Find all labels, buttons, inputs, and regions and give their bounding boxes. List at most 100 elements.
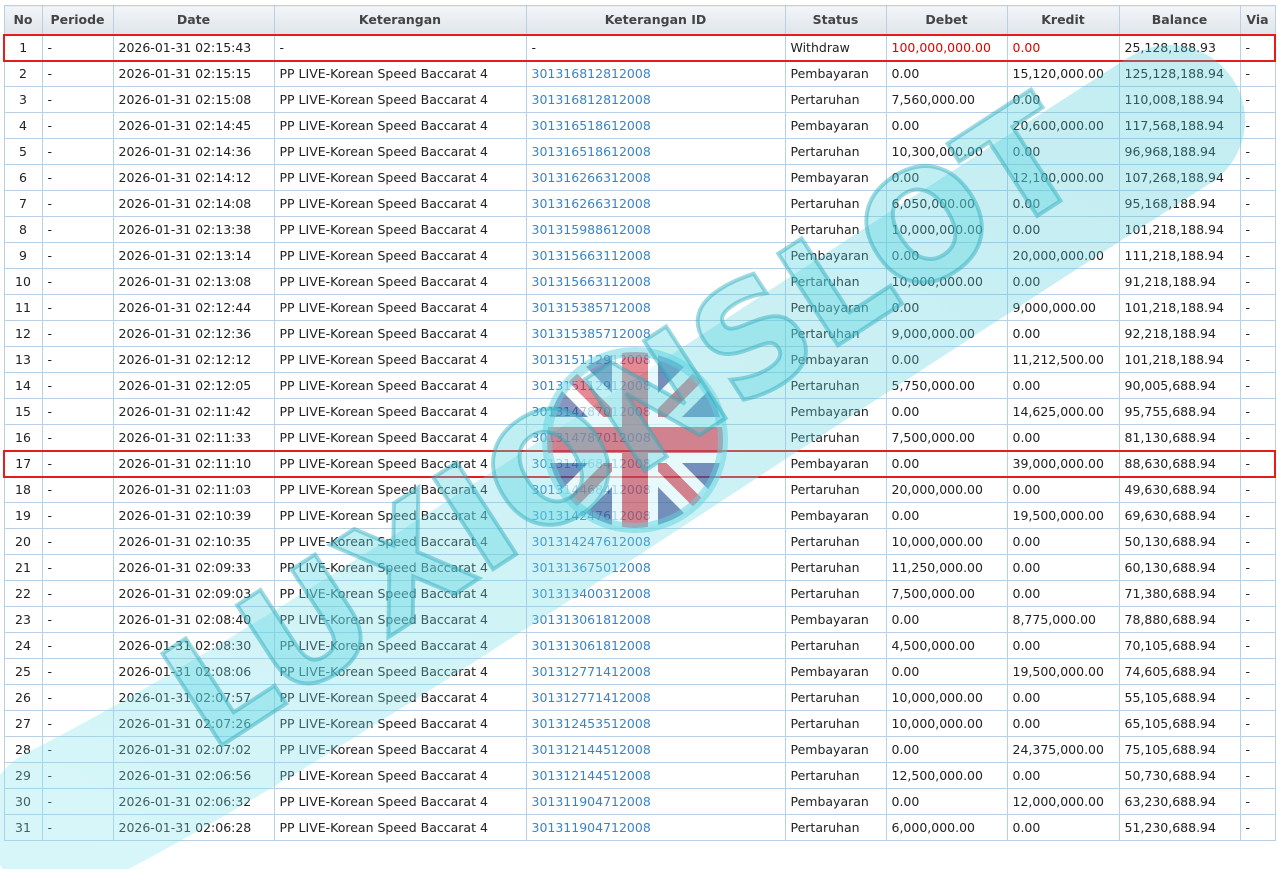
cell-keterangan-id[interactable]: 301315663112008	[525, 268, 786, 295]
table-row[interactable]: 1-2026-01-31 02:15:43- - Withdraw 100,000,0…	[3, 33, 1276, 62]
table-row[interactable]: 28-2026-01-31 02:07:02 PP LIVE-Korean Spe…	[3, 736, 1276, 763]
cell-keterangan-id[interactable]: 301314787012008	[525, 424, 786, 451]
cell-via: -	[1239, 606, 1276, 633]
cell-no: 10	[3, 268, 43, 295]
cell-date: 2026-01-31 02:11:33	[112, 424, 275, 451]
cell-keterangan-id[interactable]: 301313400312008	[525, 580, 786, 607]
col-header-keterangan[interactable]: Keterangan	[273, 5, 527, 35]
cell-keterangan: PP LIVE-Korean Speed Baccarat 4	[273, 710, 527, 737]
cell-keterangan-id[interactable]: 301312144512008	[525, 736, 786, 763]
table-row[interactable]: 12-2026-01-31 02:12:36 PP LIVE-Korean Spe…	[3, 320, 1276, 347]
cell-keterangan-id[interactable]: 301315663112008	[525, 242, 786, 269]
cell-no: 19	[3, 502, 43, 529]
cell-balance: 101,218,188.94	[1118, 294, 1241, 321]
cell-via: -	[1239, 216, 1276, 243]
cell-keterangan-id[interactable]: 301314247612008	[525, 528, 786, 555]
table-row[interactable]: 19-2026-01-31 02:10:39 PP LIVE-Korean Spe…	[3, 502, 1276, 529]
table-row[interactable]: 18-2026-01-31 02:11:03 PP LIVE-Korean Spe…	[3, 476, 1276, 503]
cell-status: Pertaruhan	[784, 86, 887, 113]
cell-keterangan-id[interactable]: 301315112912008	[525, 346, 786, 373]
cell-status: Pertaruhan	[784, 528, 887, 555]
cell-keterangan-id[interactable]: 301316266312008	[525, 190, 786, 217]
cell-via: -	[1239, 33, 1276, 62]
table-row[interactable]: 24-2026-01-31 02:08:30 PP LIVE-Korean Spe…	[3, 632, 1276, 659]
table-row[interactable]: 23-2026-01-31 02:08:40 PP LIVE-Korean Spe…	[3, 606, 1276, 633]
cell-keterangan-id[interactable]: 301315988612008	[525, 216, 786, 243]
cell-keterangan-id[interactable]: 301316812812008	[525, 86, 786, 113]
cell-balance: 65,105,688.94	[1118, 710, 1241, 737]
cell-keterangan-id[interactable]: 301314468412008	[525, 476, 786, 503]
cell-keterangan-id[interactable]: 301316518612008	[525, 112, 786, 139]
table-row[interactable]: 2-2026-01-31 02:15:15 PP LIVE-Korean Spee…	[3, 60, 1276, 87]
cell-keterangan-id[interactable]: 301316266312008	[525, 164, 786, 191]
table-row[interactable]: 27-2026-01-31 02:07:26 PP LIVE-Korean Spe…	[3, 710, 1276, 737]
cell-keterangan-id[interactable]: 301313675012008	[525, 554, 786, 581]
col-header-status[interactable]: Status	[784, 5, 887, 35]
table-row[interactable]: 14-2026-01-31 02:12:05 PP LIVE-Korean Spe…	[3, 372, 1276, 399]
cell-keterangan-id[interactable]: 301314468412008	[525, 449, 786, 478]
cell-date: 2026-01-31 02:13:14	[112, 242, 275, 269]
cell-keterangan-id[interactable]: 301313061812008	[525, 632, 786, 659]
table-row[interactable]: 3-2026-01-31 02:15:08 PP LIVE-Korean Spee…	[3, 86, 1276, 113]
cell-status: Pertaruhan	[784, 216, 887, 243]
col-header-balance[interactable]: Balance	[1118, 5, 1241, 35]
cell-keterangan-id[interactable]: 301314247612008	[525, 502, 786, 529]
table-row[interactable]: 29-2026-01-31 02:06:56 PP LIVE-Korean Spe…	[3, 762, 1276, 789]
table-row[interactable]: 17-2026-01-31 02:11:10 PP LIVE-Korean Spe…	[3, 449, 1276, 478]
table-row[interactable]: 5-2026-01-31 02:14:36 PP LIVE-Korean Spee…	[3, 138, 1276, 165]
cell-keterangan: PP LIVE-Korean Speed Baccarat 4	[273, 372, 527, 399]
cell-keterangan-id[interactable]: 301314787012008	[525, 398, 786, 425]
cell-keterangan-id[interactable]: 301315385712008	[525, 294, 786, 321]
table-row[interactable]: 8-2026-01-31 02:13:38 PP LIVE-Korean Spee…	[3, 216, 1276, 243]
cell-keterangan-id[interactable]: 301312771412008	[525, 658, 786, 685]
table-row[interactable]: 30-2026-01-31 02:06:32 PP LIVE-Korean Spe…	[3, 788, 1276, 815]
cell-date: 2026-01-31 02:08:40	[112, 606, 275, 633]
cell-date: 2026-01-31 02:08:30	[112, 632, 275, 659]
table-row[interactable]: 21-2026-01-31 02:09:33 PP LIVE-Korean Spe…	[3, 554, 1276, 581]
cell-keterangan-id[interactable]: 301315385712008	[525, 320, 786, 347]
cell-status: Pertaruhan	[784, 138, 887, 165]
col-header-keterangan-id[interactable]: Keterangan ID	[525, 5, 786, 35]
cell-status: Pertaruhan	[784, 554, 887, 581]
cell-via: -	[1239, 449, 1276, 478]
col-header-kredit[interactable]: Kredit	[1006, 5, 1120, 35]
cell-keterangan-id[interactable]: 301315112912008	[525, 372, 786, 399]
col-header-debet[interactable]: Debet	[885, 5, 1008, 35]
cell-keterangan-id[interactable]: 301312771412008	[525, 684, 786, 711]
table-row[interactable]: 26-2026-01-31 02:07:57 PP LIVE-Korean Spe…	[3, 684, 1276, 711]
cell-kredit: 0.00	[1006, 814, 1120, 841]
table-row[interactable]: 10-2026-01-31 02:13:08 PP LIVE-Korean Spe…	[3, 268, 1276, 295]
cell-periode: -	[41, 60, 114, 87]
table-row[interactable]: 11-2026-01-31 02:12:44 PP LIVE-Korean Spe…	[3, 294, 1276, 321]
cell-keterangan-id[interactable]: 301316812812008	[525, 60, 786, 87]
cell-keterangan-id: -	[525, 33, 786, 62]
cell-keterangan-id[interactable]: 301311904712008	[525, 788, 786, 815]
cell-keterangan-id[interactable]: 301312144512008	[525, 762, 786, 789]
cell-periode: -	[41, 346, 114, 373]
table-row[interactable]: 22-2026-01-31 02:09:03 PP LIVE-Korean Spe…	[3, 580, 1276, 607]
table-row[interactable]: 13-2026-01-31 02:12:12 PP LIVE-Korean Spe…	[3, 346, 1276, 373]
cell-no: 4	[3, 112, 43, 139]
table-row[interactable]: 9-2026-01-31 02:13:14 PP LIVE-Korean Spee…	[3, 242, 1276, 269]
cell-keterangan-id[interactable]: 301316518612008	[525, 138, 786, 165]
cell-keterangan-id[interactable]: 301311904712008	[525, 814, 786, 841]
cell-debet: 10,300,000.00	[885, 138, 1008, 165]
col-header-no[interactable]: No	[3, 5, 43, 35]
table-row[interactable]: 15-2026-01-31 02:11:42 PP LIVE-Korean Spe…	[3, 398, 1276, 425]
cell-balance: 78,880,688.94	[1118, 606, 1241, 633]
table-row[interactable]: 25-2026-01-31 02:08:06 PP LIVE-Korean Spe…	[3, 658, 1276, 685]
table-row[interactable]: 31-2026-01-31 02:06:28 PP LIVE-Korean Spe…	[3, 814, 1276, 841]
cell-no: 17	[3, 449, 43, 478]
col-header-via[interactable]: Via	[1239, 5, 1276, 35]
table-row[interactable]: 4-2026-01-31 02:14:45 PP LIVE-Korean Spee…	[3, 112, 1276, 139]
cell-date: 2026-01-31 02:07:57	[112, 684, 275, 711]
table-row[interactable]: 6-2026-01-31 02:14:12 PP LIVE-Korean Spee…	[3, 164, 1276, 191]
cell-periode: -	[41, 528, 114, 555]
table-row[interactable]: 7-2026-01-31 02:14:08 PP LIVE-Korean Spee…	[3, 190, 1276, 217]
col-header-date[interactable]: Date	[112, 5, 275, 35]
table-row[interactable]: 16-2026-01-31 02:11:33 PP LIVE-Korean Spe…	[3, 424, 1276, 451]
cell-keterangan-id[interactable]: 301312453512008	[525, 710, 786, 737]
table-row[interactable]: 20-2026-01-31 02:10:35 PP LIVE-Korean Spe…	[3, 528, 1276, 555]
cell-keterangan-id[interactable]: 301313061812008	[525, 606, 786, 633]
col-header-periode[interactable]: Periode	[41, 5, 114, 35]
